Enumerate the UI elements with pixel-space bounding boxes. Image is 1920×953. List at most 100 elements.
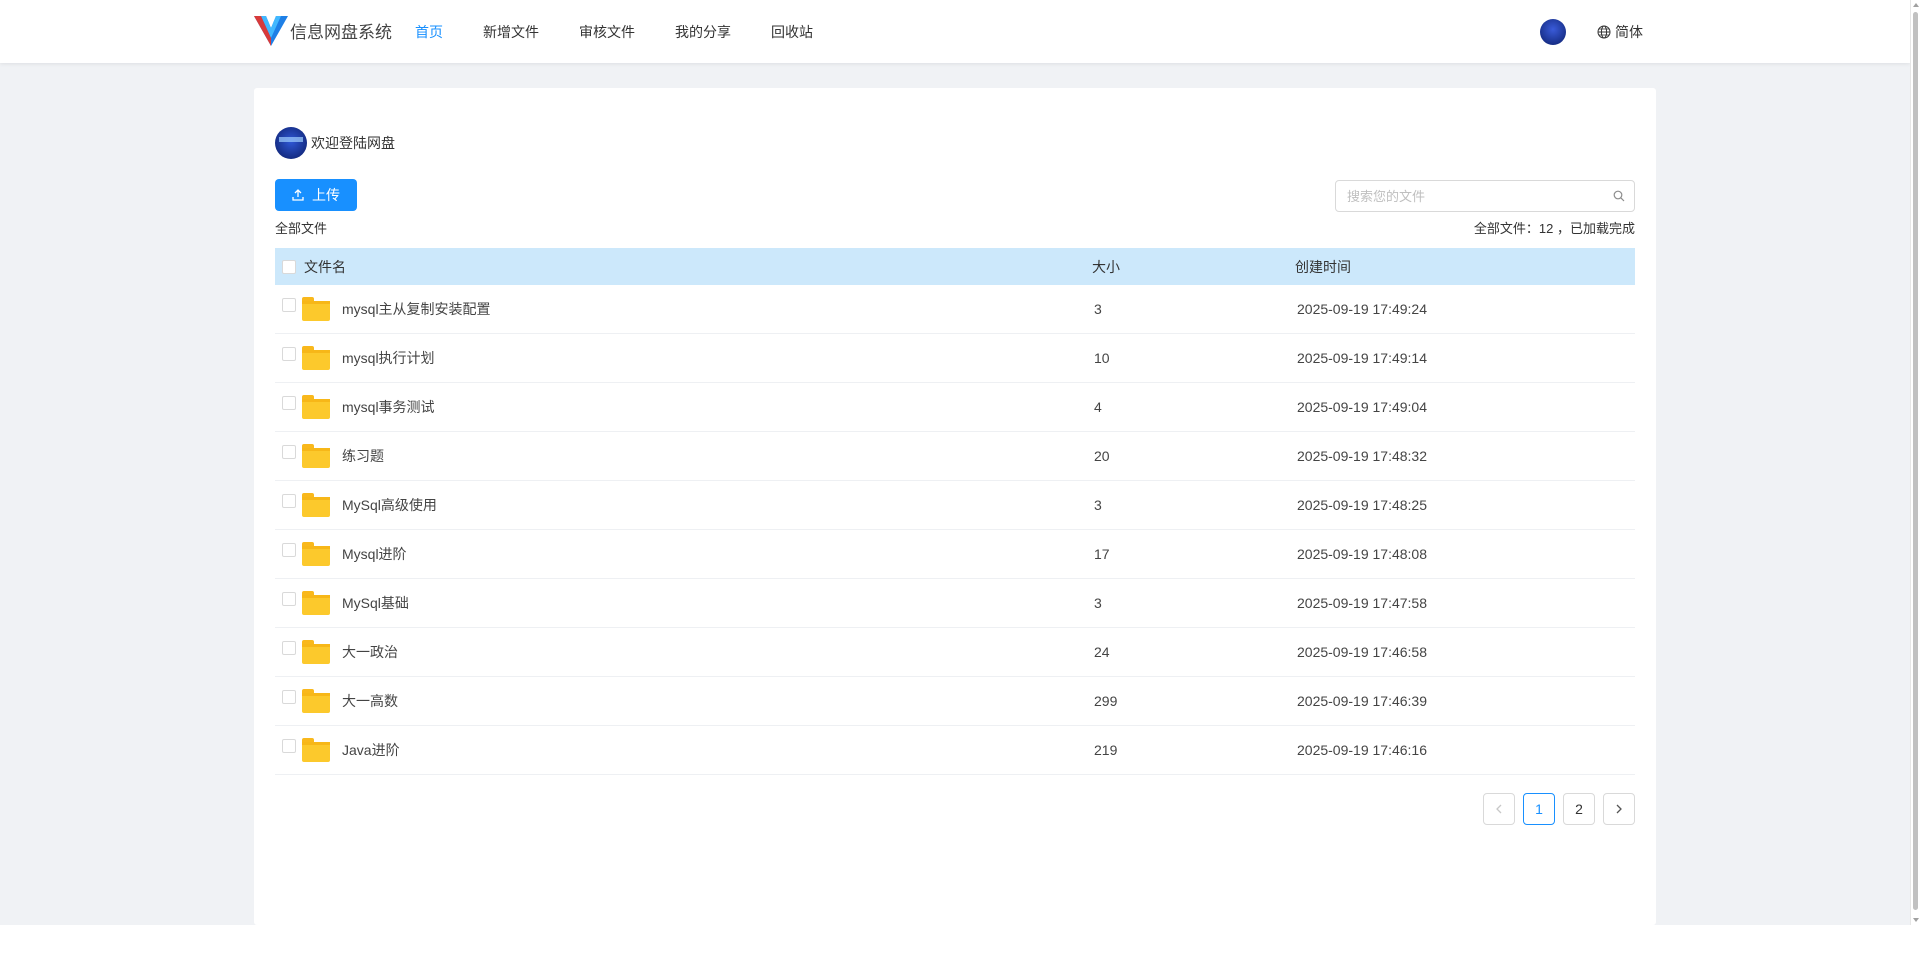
user-avatar[interactable] (1540, 19, 1566, 45)
file-panel: 欢迎登陆网盘 上传 全部文件 全部文件：12 ，已加载完成 文件名 大小 创建时… (254, 88, 1656, 925)
nav-my-share[interactable]: 我的分享 (675, 22, 731, 42)
file-name[interactable]: 大一高数 (342, 691, 398, 711)
scroll-up-arrow-icon[interactable] (1913, 3, 1919, 7)
row-select-cell (282, 641, 296, 655)
file-name-cell: Java进阶 (302, 738, 1094, 762)
row-checkbox[interactable] (282, 396, 296, 410)
table-row[interactable]: Java进阶 219 2025-09-19 17:46:16 (275, 726, 1635, 775)
file-size: 4 (1094, 399, 1102, 415)
file-size: 24 (1094, 644, 1110, 660)
row-checkbox[interactable] (282, 347, 296, 361)
table-row[interactable]: MySql高级使用 3 2025-09-19 17:48:25 (275, 481, 1635, 530)
file-name[interactable]: 练习题 (342, 446, 384, 466)
file-size: 20 (1094, 448, 1110, 464)
row-select-cell (282, 445, 296, 459)
search-input[interactable] (1336, 182, 1604, 210)
language-label: 简体 (1615, 24, 1643, 40)
row-checkbox[interactable] (282, 494, 296, 508)
folder-icon (302, 493, 330, 517)
row-checkbox[interactable] (282, 592, 296, 606)
row-select-cell (282, 298, 296, 312)
avatar (275, 127, 307, 159)
nav-add-file[interactable]: 新增文件 (483, 22, 539, 42)
breadcrumb[interactable]: 全部文件 (275, 218, 327, 237)
table-row[interactable]: 大一高数 299 2025-09-19 17:46:39 (275, 677, 1635, 726)
table-row[interactable]: mysql执行计划 10 2025-09-19 17:49:14 (275, 334, 1635, 383)
row-checkbox[interactable] (282, 690, 296, 704)
file-name-cell: MySql高级使用 (302, 493, 1094, 517)
table-row[interactable]: MySql基础 3 2025-09-19 17:47:58 (275, 579, 1635, 628)
file-name-cell: MySql基础 (302, 591, 1094, 615)
folder-icon (302, 591, 330, 615)
file-size: 219 (1094, 742, 1118, 758)
file-name-cell: Mysql进阶 (302, 542, 1094, 566)
file-name[interactable]: mysql执行计划 (342, 348, 435, 368)
file-name[interactable]: Mysql进阶 (342, 544, 407, 564)
upload-label: 上传 (312, 187, 340, 203)
folder-icon (302, 444, 330, 468)
language-switcher[interactable]: 简体 (1597, 22, 1643, 42)
main-nav: 首页 新增文件 审核文件 我的分享 回收站 (415, 0, 853, 63)
next-page-button[interactable] (1603, 793, 1635, 825)
pagination: 1 2 (1475, 793, 1635, 825)
file-name[interactable]: MySql高级使用 (342, 495, 437, 515)
file-created-time: 2025-09-19 17:47:58 (1297, 595, 1427, 611)
file-name[interactable]: 大一政治 (342, 642, 398, 662)
page-button-2[interactable]: 2 (1563, 793, 1595, 825)
table-row[interactable]: Mysql进阶 17 2025-09-19 17:48:08 (275, 530, 1635, 579)
file-created-time: 2025-09-19 17:48:25 (1297, 497, 1427, 513)
folder-icon (302, 689, 330, 713)
row-select-cell (282, 396, 296, 410)
search-box[interactable] (1335, 180, 1635, 212)
row-select-cell (282, 690, 296, 704)
app-logo[interactable]: 信息网盘系统 (254, 14, 392, 46)
upload-button[interactable]: 上传 (275, 179, 357, 211)
select-all-cell (282, 259, 296, 274)
table-body: mysql主从复制安装配置 3 2025-09-19 17:49:24 mysql执行… (275, 285, 1635, 775)
row-checkbox[interactable] (282, 739, 296, 753)
row-checkbox[interactable] (282, 298, 296, 312)
select-all-checkbox[interactable] (282, 259, 296, 274)
table-row[interactable]: 练习题 20 2025-09-19 17:48:32 (275, 432, 1635, 481)
nav-recycle-bin[interactable]: 回收站 (771, 22, 813, 42)
table-row[interactable]: 大一政治 24 2025-09-19 17:46:58 (275, 628, 1635, 677)
file-name-cell: 大一高数 (302, 689, 1094, 713)
folder-icon (302, 738, 330, 762)
top-navbar: 信息网盘系统 首页 新增文件 审核文件 我的分享 回收站 简体 (0, 0, 1910, 63)
row-checkbox[interactable] (282, 641, 296, 655)
nav-review-file[interactable]: 审核文件 (579, 22, 635, 42)
folder-icon (302, 297, 330, 321)
file-name-cell: mysql事务测试 (302, 395, 1094, 419)
row-select-cell (282, 592, 296, 606)
file-name[interactable]: MySql基础 (342, 593, 409, 613)
file-name-cell: 大一政治 (302, 640, 1094, 664)
scroll-down-arrow-icon[interactable] (1913, 918, 1919, 922)
file-name[interactable]: mysql事务测试 (342, 397, 435, 417)
folder-icon (302, 640, 330, 664)
column-header-created: 创建时间 (1295, 258, 1351, 275)
file-name[interactable]: Java进阶 (342, 740, 400, 760)
file-size: 299 (1094, 693, 1118, 709)
file-created-time: 2025-09-19 17:49:24 (1297, 301, 1427, 317)
row-checkbox[interactable] (282, 543, 296, 557)
table-header: 文件名 大小 创建时间 (275, 248, 1635, 285)
file-count-status: 全部文件：12 ，已加载完成 (1473, 221, 1635, 236)
nav-home[interactable]: 首页 (415, 22, 443, 42)
page-scrollbar[interactable] (1910, 0, 1920, 925)
file-name[interactable]: mysql主从复制安装配置 (342, 299, 491, 319)
folder-icon (302, 395, 330, 419)
file-table: 文件名 大小 创建时间 mysql主从复制安装配置 3 2025-09-19 17:… (275, 248, 1635, 775)
table-row[interactable]: mysql主从复制安装配置 3 2025-09-19 17:49:24 (275, 285, 1635, 334)
column-header-size: 大小 (1092, 258, 1120, 275)
file-name-cell: mysql主从复制安装配置 (302, 297, 1094, 321)
scrollbar-thumb[interactable] (1913, 12, 1918, 910)
table-row[interactable]: mysql事务测试 4 2025-09-19 17:49:04 (275, 383, 1635, 432)
column-header-name: 文件名 (304, 258, 346, 275)
row-checkbox[interactable] (282, 445, 296, 459)
page-button-1[interactable]: 1 (1523, 793, 1555, 825)
search-icon[interactable] (1604, 190, 1634, 202)
globe-icon (1597, 25, 1611, 39)
chevron-left-icon (1496, 804, 1502, 814)
welcome-text: 欢迎登陆网盘 (311, 135, 395, 151)
prev-page-button[interactable] (1483, 793, 1515, 825)
